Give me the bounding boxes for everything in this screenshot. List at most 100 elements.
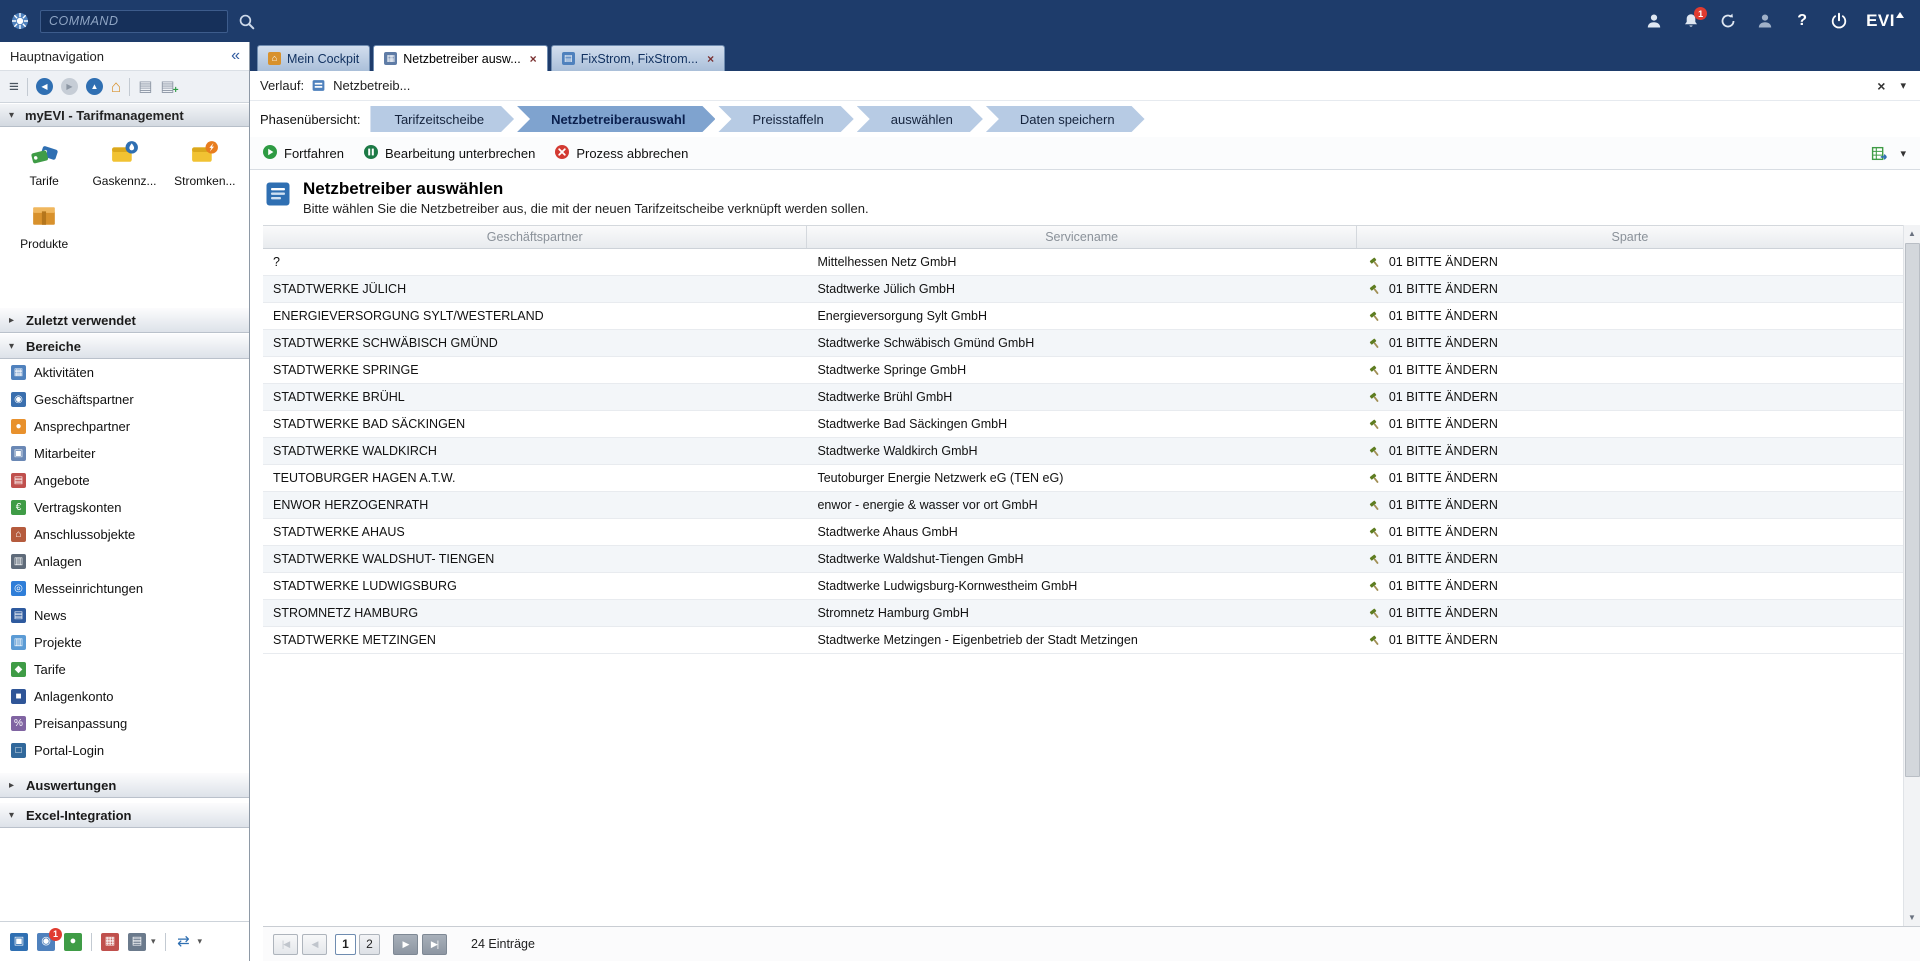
table-row[interactable]: STADTWERKE WALDSHUT- TIENGENStadtwerke W…	[263, 546, 1903, 573]
first-page-button[interactable]: |◀	[273, 934, 298, 955]
phase-daten-speichern[interactable]: Daten speichern	[986, 106, 1145, 132]
table-row[interactable]: STADTWERKE BRÜHLStadtwerke Brühl GmbH01 …	[263, 384, 1903, 411]
sidebar-item-label: Anlagen	[34, 554, 82, 569]
collapse-sidebar-icon[interactable]: «	[231, 48, 240, 64]
table-row[interactable]: STADTWERKE BAD SÄCKINGENStadtwerke Bad S…	[263, 411, 1903, 438]
section-excel-integration[interactable]: ▾ Excel-Integration	[0, 802, 249, 828]
column-header-servicename[interactable]: Servicename	[807, 226, 1356, 248]
table-row[interactable]: TEUTOBURGER HAGEN A.T.W.Teutoburger Ener…	[263, 465, 1903, 492]
phase-preisstaffeln[interactable]: Preisstaffeln	[718, 106, 853, 132]
fortfahren-button[interactable]: Fortfahren	[262, 144, 344, 163]
shortcut-tarife[interactable]: Tarife	[4, 137, 84, 188]
next-page-button[interactable]: ▶	[393, 934, 418, 955]
chevron-down-icon[interactable]: ▾	[198, 936, 203, 947]
document-icon[interactable]: ▤	[138, 79, 152, 94]
table-row[interactable]: STROMNETZ HAMBURGStromnetz Hamburg GmbH0…	[263, 600, 1903, 627]
last-page-button[interactable]: ▶|	[422, 934, 447, 955]
page-button-2[interactable]: 2	[359, 934, 380, 955]
contacts-icon[interactable]: ◉1	[37, 933, 55, 951]
globe-icon[interactable]: ●	[64, 933, 82, 951]
column-header-sparte[interactable]: Sparte	[1357, 226, 1903, 248]
forward-icon[interactable]: ▶	[61, 78, 78, 95]
compose-icon[interactable]: ▤	[128, 933, 146, 951]
menu-icon[interactable]: ≡	[9, 78, 19, 95]
scroll-up-icon[interactable]: ▲	[1904, 225, 1920, 242]
sidebar-item-mitarbeiter[interactable]: ▣Mitarbeiter	[0, 440, 249, 467]
phase-netzbetreiberauswahl[interactable]: Netzbetreiberauswahl	[517, 106, 715, 132]
table-row[interactable]: STADTWERKE SPRINGEStadtwerke Springe Gmb…	[263, 357, 1903, 384]
sidebar-item-aktivitäten[interactable]: ▦Aktivitäten	[0, 359, 249, 386]
table-row[interactable]: STADTWERKE AHAUSStadtwerke Ahaus GmbH01 …	[263, 519, 1903, 546]
sidebar-item-news[interactable]: ▤News	[0, 602, 249, 629]
sidebar-item-ansprechpartner[interactable]: ●Ansprechpartner	[0, 413, 249, 440]
phase-tarifzeitscheibe[interactable]: Tarifzeitscheibe	[370, 106, 514, 132]
scrollbar-track[interactable]	[1904, 242, 1920, 909]
table-row[interactable]: STADTWERKE SCHWÄBISCH GMÜNDStadtwerke Sc…	[263, 330, 1903, 357]
chevron-down-icon[interactable]: ▾	[1900, 147, 1906, 160]
power-icon[interactable]	[1829, 11, 1849, 31]
chevron-down-icon[interactable]: ▾	[151, 936, 156, 947]
table-row[interactable]: ?Mittelhessen Netz GmbH01 BITTE ÄNDERN	[263, 249, 1903, 276]
sidebar-item-angebote[interactable]: ▤Angebote	[0, 467, 249, 494]
table-row[interactable]: ENERGIEVERSORGUNG SYLT/WESTERLANDEnergie…	[263, 303, 1903, 330]
scrollbar-thumb[interactable]	[1905, 243, 1920, 776]
column-header-geschaeftspartner[interactable]: Geschäftspartner	[263, 226, 807, 248]
close-icon[interactable]: ×	[707, 53, 714, 65]
page-button-1[interactable]: 1	[335, 934, 356, 955]
tab-mein-cockpit[interactable]: ⌂Mein Cockpit	[257, 45, 370, 71]
table-row[interactable]: ENWOR HERZOGENRATHenwor - energie & wass…	[263, 492, 1903, 519]
sidebar-item-messeinrichtungen[interactable]: ◎Messeinrichtungen	[0, 575, 249, 602]
cell-geschaeftspartner: STADTWERKE BRÜHL	[263, 384, 807, 410]
refresh-icon[interactable]	[1718, 11, 1738, 31]
table-row[interactable]: STADTWERKE METZINGENStadtwerke Metzingen…	[263, 627, 1903, 654]
search-icon[interactable]	[238, 13, 255, 30]
prozess-abbrechen-button[interactable]: Prozess abbrechen	[554, 144, 688, 163]
table-row[interactable]: STADTWERKE LUDWIGSBURGStadtwerke Ludwigs…	[263, 573, 1903, 600]
vertical-scrollbar[interactable]: ▲ ▼	[1903, 225, 1920, 926]
section-auswertungen[interactable]: ▸ Auswertungen	[0, 772, 249, 798]
new-document-icon[interactable]: ▤+	[160, 79, 174, 94]
back-icon[interactable]: ◀	[36, 78, 53, 95]
previous-page-button[interactable]: ◀	[302, 934, 327, 955]
close-icon[interactable]: ×	[1877, 79, 1885, 93]
sidebar-item-anlagen[interactable]: ▥Anlagen	[0, 548, 249, 575]
sidebar-item-anschlussobjekte[interactable]: ⌂Anschlussobjekte	[0, 521, 249, 548]
calendar-icon[interactable]: ▦	[101, 933, 119, 951]
verlauf-crumb[interactable]: Netzbetreib...	[333, 78, 410, 93]
bearbeitung-unterbrechen-button[interactable]: Bearbeitung unterbrechen	[363, 144, 535, 163]
offers-icon: ▤	[11, 473, 26, 488]
shortcut-gaskennz[interactable]: Gaskennz...	[84, 137, 164, 188]
tab-netzbetreiber-ausw[interactable]: ▦Netzbetreiber ausw...×	[373, 45, 547, 71]
up-icon[interactable]: ▲	[86, 78, 103, 95]
section-bereiche[interactable]: ▾ Bereiche	[0, 333, 249, 359]
tasks-icon[interactable]: ▣	[10, 933, 28, 951]
table-row[interactable]: STADTWERKE WALDKIRCHStadtwerke Waldkirch…	[263, 438, 1903, 465]
sidebar-item-projekte[interactable]: ▥Projekte	[0, 629, 249, 656]
close-icon[interactable]: ×	[530, 53, 537, 65]
sidebar-item-tarife[interactable]: ◆Tarife	[0, 656, 249, 683]
sidebar-item-anlagenkonto[interactable]: ■Anlagenkonto	[0, 683, 249, 710]
shortcut-stromken[interactable]: Stromken...	[165, 137, 245, 188]
help-icon[interactable]: ?	[1792, 11, 1812, 31]
command-input[interactable]	[40, 10, 228, 33]
section-arrow-icon: ▸	[9, 315, 19, 326]
chevron-down-icon[interactable]: ▾	[1900, 79, 1906, 92]
sidebar-item-preisanpassung[interactable]: %Preisanpassung	[0, 710, 249, 737]
app-section-header[interactable]: ▾ myEVI - Tarifmanagement	[0, 103, 249, 127]
sync-icon[interactable]: ⇄	[175, 933, 193, 951]
phase-auswählen[interactable]: auswählen	[857, 106, 983, 132]
scroll-down-icon[interactable]: ▼	[1904, 909, 1920, 926]
section-zuletzt-verwendet[interactable]: ▸ Zuletzt verwendet	[0, 307, 249, 333]
notifications-icon[interactable]: 1	[1681, 11, 1701, 31]
table-row[interactable]: STADTWERKE JÜLICHStadtwerke Jülich GmbH0…	[263, 276, 1903, 303]
sidebar-item-portal-login[interactable]: □Portal-Login	[0, 737, 249, 764]
sidebar-item-vertragskonten[interactable]: €Vertragskonten	[0, 494, 249, 521]
profile-icon[interactable]	[1755, 11, 1775, 31]
export-icon[interactable]	[1871, 145, 1888, 162]
cell-servicename: Stadtwerke Metzingen - Eigenbetrieb der …	[807, 627, 1356, 653]
user-icon[interactable]	[1644, 11, 1664, 31]
tab-fixstrom-fixstrom[interactable]: ▤FixStrom, FixStrom...×	[551, 45, 725, 71]
shortcut-produkte[interactable]: Produkte	[4, 200, 84, 251]
home-icon[interactable]: ⌂	[111, 78, 121, 95]
sidebar-item-geschäftspartner[interactable]: ◉Geschäftspartner	[0, 386, 249, 413]
